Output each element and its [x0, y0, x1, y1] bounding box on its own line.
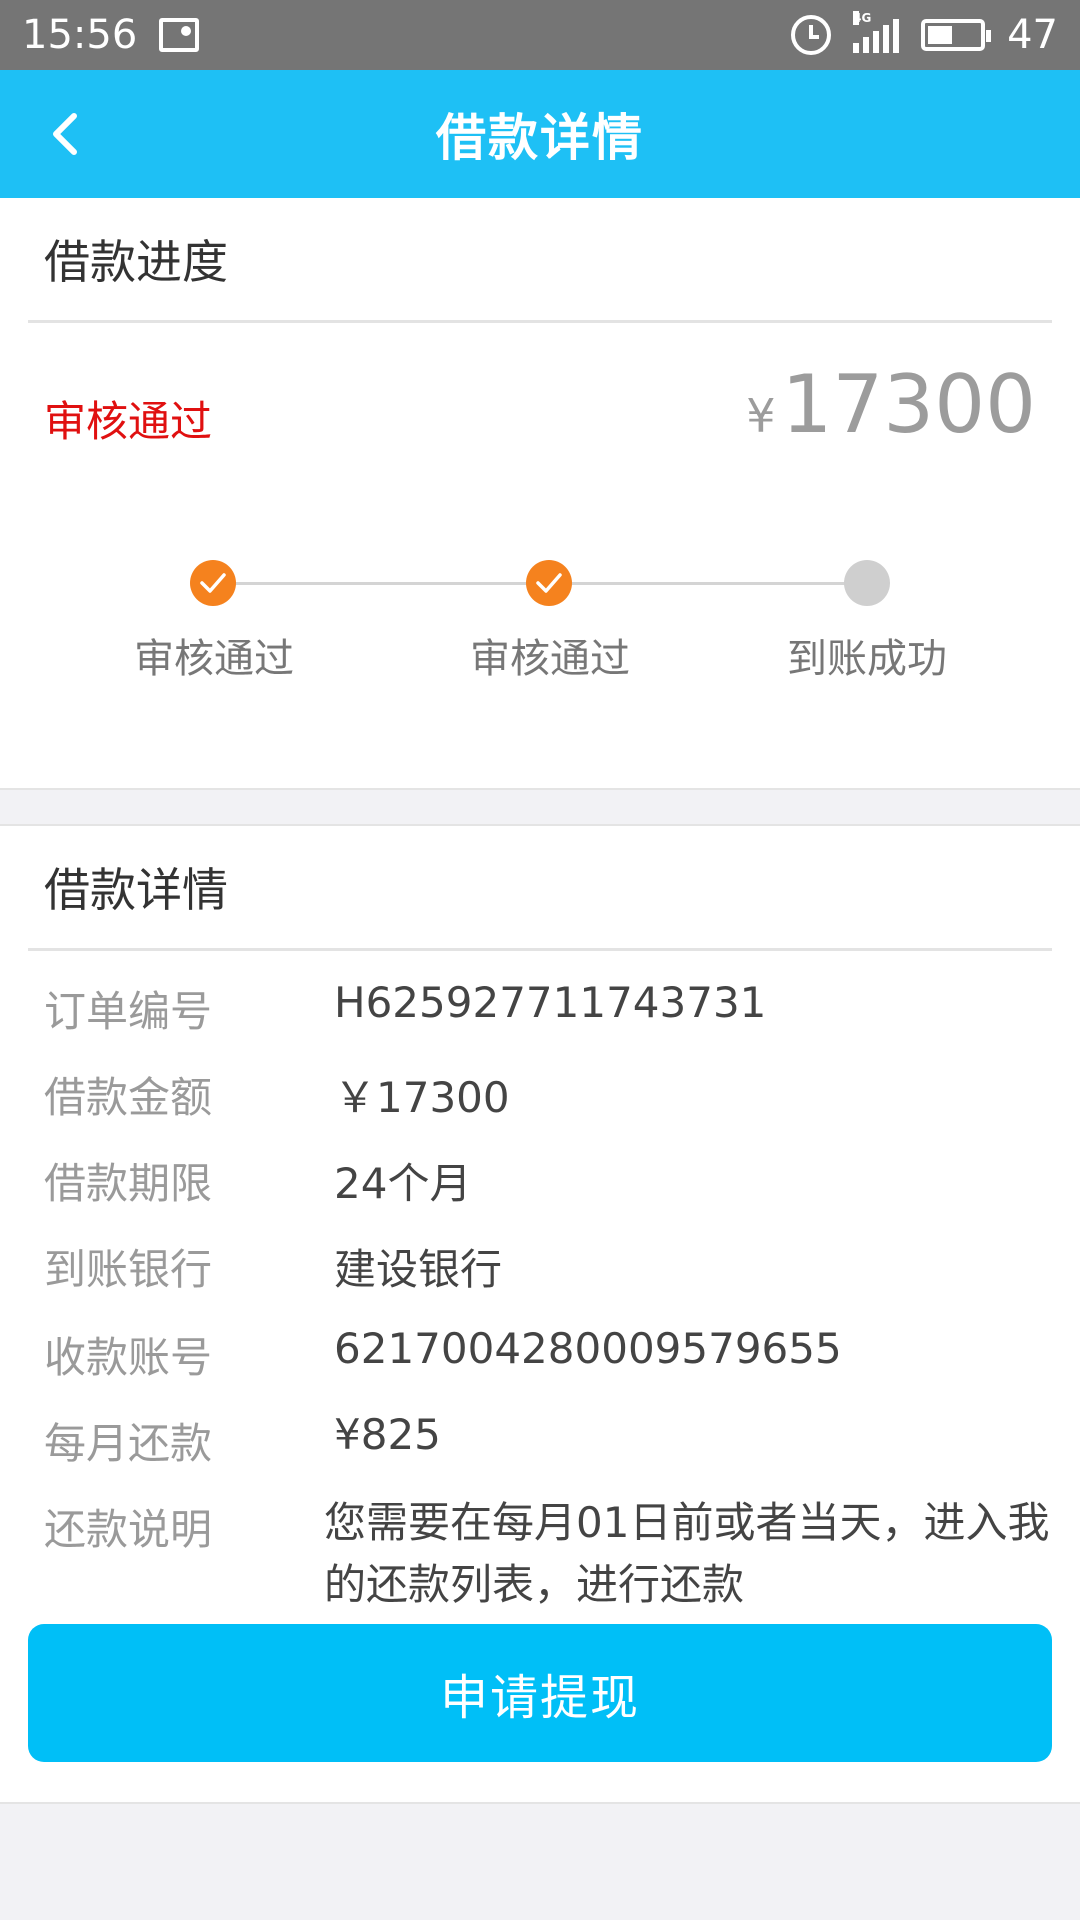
step-1-dot	[190, 560, 236, 606]
detail-value: ¥825	[334, 1410, 441, 1459]
detail-value: ￥17300	[334, 1073, 510, 1122]
step-2-dot	[526, 560, 572, 606]
detail-value: 建设银行	[334, 1245, 503, 1294]
progress-line	[550, 582, 868, 585]
apply-withdraw-button[interactable]: 申请提现	[28, 1624, 1052, 1762]
status-bar: 15:56 4G 47	[0, 0, 1080, 70]
step-3-label: 到账成功	[787, 636, 947, 682]
detail-row-account-number: 收款账号 6217004280009579655	[44, 1324, 1036, 1384]
detail-label: 还款说明	[44, 1505, 213, 1554]
detail-label: 借款期限	[44, 1159, 213, 1208]
battery-icon	[921, 19, 992, 51]
detail-row-monthly-payment: 每月还款 ¥825	[44, 1410, 1036, 1470]
app-bar: 借款详情	[0, 70, 1080, 198]
details-section-title: 借款详情	[44, 863, 228, 917]
check-icon	[200, 573, 226, 593]
detail-label: 每月还款	[44, 1419, 213, 1468]
step-1-label: 审核通过	[134, 636, 294, 682]
battery-level: 47	[1007, 12, 1058, 58]
detail-label: 订单编号	[44, 987, 213, 1036]
detail-row-loan-term: 借款期限 24个月	[44, 1150, 1036, 1210]
progress-section-title: 借款进度	[44, 235, 228, 289]
alarm-icon	[791, 15, 832, 55]
image-icon	[159, 18, 200, 52]
detail-label: 借款金额	[44, 1073, 213, 1122]
amount-value: 17300	[781, 358, 1037, 451]
detail-label: 到账银行	[44, 1245, 213, 1294]
divider	[28, 320, 1052, 323]
currency-symbol: ¥	[746, 389, 776, 443]
detail-value: 您需要在每月01日前或者当天，进入我的还款列表，进行还款	[324, 1498, 1050, 1609]
network-type-label: 4G	[853, 11, 872, 25]
step-2-label: 审核通过	[470, 636, 630, 682]
loan-progress-card: 借款进度 审核通过 ¥ 17300 审核通过 审核通过 到账成功	[0, 198, 1080, 790]
divider	[28, 948, 1052, 951]
detail-value: 24个月	[334, 1159, 472, 1208]
check-icon	[536, 573, 562, 593]
progress-line	[214, 582, 550, 585]
status-text: 审核通过	[44, 397, 213, 446]
chevron-left-icon	[53, 113, 77, 155]
signal-icon: 4G	[853, 11, 900, 53]
detail-row-bank: 到账银行 建设银行	[44, 1236, 1036, 1296]
page-title: 借款详情	[436, 109, 644, 167]
detail-row-loan-amount: 借款金额 ￥17300	[44, 1064, 1036, 1124]
detail-row-order-number: 订单编号 H625927711743731	[44, 978, 1036, 1038]
back-button[interactable]	[40, 104, 100, 164]
detail-value: 6217004280009579655	[334, 1324, 842, 1373]
detail-label: 收款账号	[44, 1333, 213, 1382]
detail-row-repayment-note: 还款说明 您需要在每月01日前或者当天，进入我的还款列表，进行还款	[44, 1496, 1049, 1626]
status-time: 15:56	[22, 12, 138, 58]
step-3-dot	[844, 560, 890, 606]
detail-value: H625927711743731	[334, 978, 767, 1027]
loan-amount: ¥ 17300	[746, 358, 1036, 451]
